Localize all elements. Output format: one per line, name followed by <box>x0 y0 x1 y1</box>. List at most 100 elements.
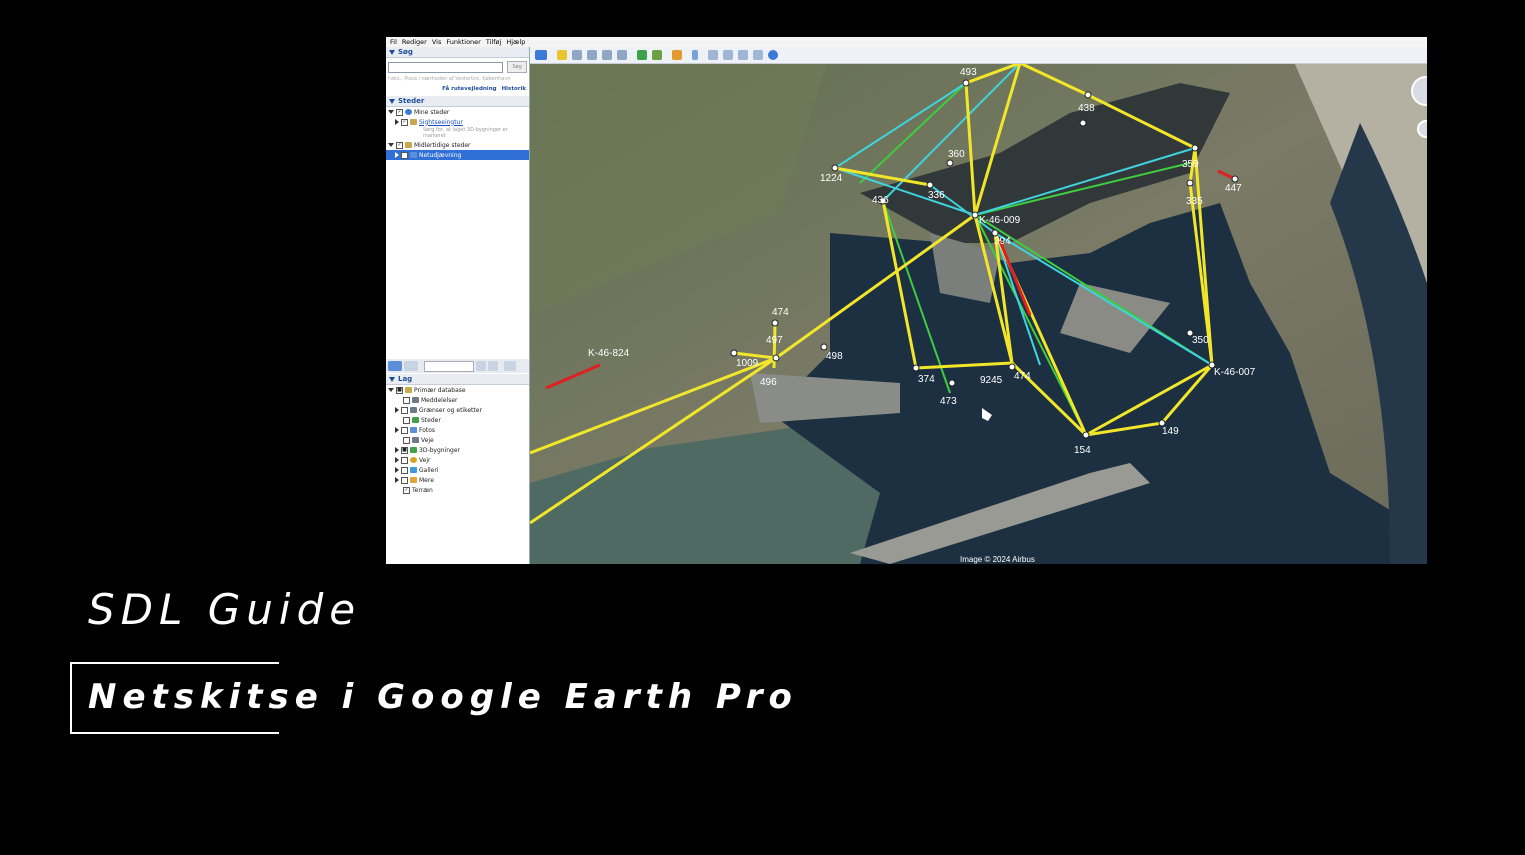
expand-icon[interactable] <box>388 110 394 114</box>
layer-roads[interactable]: Veje <box>386 435 529 445</box>
checkbox[interactable]: ✓ <box>401 151 408 159</box>
view-maps-icon[interactable] <box>753 50 763 60</box>
planet-icon[interactable] <box>672 50 682 60</box>
menu-edit[interactable]: Rediger <box>402 38 427 46</box>
search-input[interactable] <box>388 61 504 73</box>
overlay-icon[interactable] <box>602 50 612 60</box>
point-marker[interactable] <box>1082 431 1090 439</box>
layer-gallery[interactable]: Galleri <box>386 465 529 475</box>
save-image-icon[interactable] <box>738 50 748 60</box>
globe-icon[interactable] <box>768 50 778 60</box>
point-marker[interactable] <box>926 181 934 189</box>
historical-imagery-icon[interactable] <box>637 50 647 60</box>
point-marker[interactable] <box>772 354 780 362</box>
expand-icon[interactable] <box>388 388 394 392</box>
expand-icon[interactable] <box>395 407 399 413</box>
ruler-icon[interactable] <box>692 50 698 60</box>
menu-file[interactable]: Fil <box>390 38 397 46</box>
history-link[interactable]: Historik <box>502 86 526 92</box>
sunlight-icon[interactable] <box>652 50 662 60</box>
layer-borders[interactable]: Grænser og etiketter <box>386 405 529 415</box>
menu-view[interactable]: Vis <box>432 38 442 46</box>
menu-add[interactable]: Tilføj <box>486 38 501 46</box>
checkbox[interactable] <box>403 416 410 424</box>
layer-primary-db[interactable]: ■ Primær database <box>386 385 529 395</box>
point-marker[interactable] <box>820 343 828 351</box>
panel-toggle-icon[interactable] <box>404 361 418 371</box>
point-marker[interactable] <box>1191 144 1199 152</box>
tour-icon[interactable] <box>617 50 627 60</box>
layer-photos[interactable]: Fotos <box>386 425 529 435</box>
layer-terrain[interactable]: ✓ Terræn <box>386 485 529 495</box>
move-up-icon[interactable] <box>476 361 486 371</box>
layer-label: Mere <box>419 476 434 484</box>
point-marker[interactable] <box>730 349 738 357</box>
layer-3d-buildings[interactable]: ■ 3D-bygninger <box>386 445 529 455</box>
expand-icon[interactable] <box>388 143 394 147</box>
folder-add-icon[interactable] <box>504 361 516 371</box>
places-panel-header[interactable]: Steder <box>386 96 529 107</box>
menu-help[interactable]: Hjælp <box>506 38 525 46</box>
expand-icon[interactable] <box>395 457 399 463</box>
point-marker[interactable] <box>1231 175 1239 183</box>
tree-temp-places[interactable]: ✓ Midlertidige steder <box>386 140 529 150</box>
email-icon[interactable] <box>708 50 718 60</box>
search-button[interactable]: Søg <box>507 61 527 73</box>
point-marker[interactable] <box>946 159 954 167</box>
layer-label: Primær database <box>414 386 466 394</box>
placemark-icon[interactable] <box>557 50 567 60</box>
checkbox[interactable]: ✓ <box>396 108 403 116</box>
search-panel-header[interactable]: Søg <box>386 47 529 58</box>
checkbox[interactable] <box>401 406 408 414</box>
expand-icon[interactable] <box>395 447 399 453</box>
layer-more[interactable]: Mere <box>386 475 529 485</box>
expand-icon[interactable] <box>395 152 399 158</box>
point-marker[interactable] <box>962 79 970 87</box>
checkbox[interactable]: ✓ <box>401 118 408 126</box>
checkbox[interactable] <box>403 436 410 444</box>
move-down-icon[interactable] <box>488 361 498 371</box>
menu-tools[interactable]: Funktioner <box>446 38 481 46</box>
point-marker[interactable] <box>1186 179 1194 187</box>
checkbox[interactable] <box>401 426 408 434</box>
checkbox[interactable]: ✓ <box>396 141 403 149</box>
layer-messages[interactable]: Meddelelser <box>386 395 529 405</box>
point-marker[interactable] <box>771 319 779 327</box>
layer-label: Meddelelser <box>421 396 458 404</box>
checkbox[interactable] <box>401 476 408 484</box>
checkbox[interactable] <box>403 396 410 404</box>
checkbox[interactable] <box>401 456 408 464</box>
places-filter-input[interactable] <box>424 360 474 372</box>
point-marker[interactable] <box>1084 91 1092 99</box>
layer-weather[interactable]: Vejr <box>386 455 529 465</box>
tree-my-places[interactable]: ✓ Mine steder <box>386 107 529 117</box>
sidebar-toggle-icon[interactable] <box>535 50 547 60</box>
checkbox[interactable] <box>401 466 408 474</box>
route-link[interactable]: Få rutevejledning <box>442 86 496 92</box>
point-marker[interactable] <box>1079 119 1087 127</box>
map-view[interactable]: 493 K-46-824 1009 496 497 474 498 374 47… <box>530 53 1427 564</box>
expand-icon[interactable] <box>395 477 399 483</box>
search-places-icon[interactable] <box>388 361 402 371</box>
checkbox[interactable]: ■ <box>401 446 408 454</box>
polygon-icon[interactable] <box>572 50 582 60</box>
tree-net-layer[interactable]: ✓ Netudjævning <box>386 150 529 160</box>
aerial-map-svg[interactable]: 493 K-46-824 1009 496 497 474 498 374 47… <box>530 53 1427 564</box>
checkbox[interactable]: ✓ <box>403 486 410 494</box>
expand-icon[interactable] <box>395 119 399 125</box>
tree-sightseeing[interactable]: ✓ Sightseeingtur <box>386 117 529 127</box>
point-marker[interactable] <box>912 364 920 372</box>
point-marker[interactable] <box>948 379 956 387</box>
print-icon[interactable] <box>723 50 733 60</box>
point-marker[interactable] <box>831 164 839 172</box>
path-icon[interactable] <box>587 50 597 60</box>
layers-panel-header[interactable]: Lag <box>386 374 529 385</box>
point-marker[interactable] <box>1008 363 1016 371</box>
checkbox[interactable]: ■ <box>396 386 403 394</box>
layer-places[interactable]: Steder <box>386 415 529 425</box>
point-marker[interactable] <box>971 211 979 219</box>
look-control-icon[interactable] <box>1417 120 1427 138</box>
expand-icon[interactable] <box>395 427 399 433</box>
expand-icon[interactable] <box>395 467 399 473</box>
sightseeing-link[interactable]: Sightseeingtur <box>419 119 463 126</box>
